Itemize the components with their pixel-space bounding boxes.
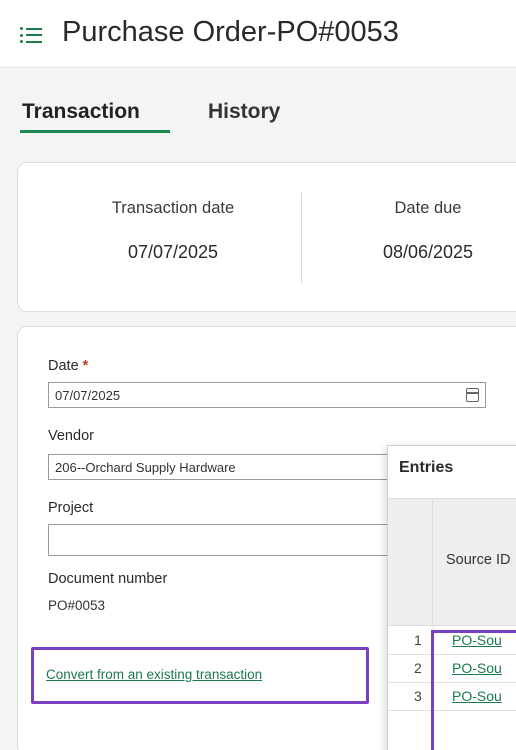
entries-table-header: Source ID <box>388 498 516 627</box>
project-field[interactable] <box>48 524 393 556</box>
date-due-label: Date due <box>394 199 462 217</box>
tab-bar: Transaction History <box>0 68 516 150</box>
page-header: Purchase Order-PO#0053 <box>0 0 516 68</box>
entries-title: Entries <box>399 459 454 476</box>
vendor-field[interactable]: 206--Orchard Supply Hardware <box>48 454 393 480</box>
project-label: Project <box>48 500 94 516</box>
date-field-value: 07/07/2025 <box>55 388 121 403</box>
date-field[interactable]: 07/07/2025 <box>48 382 486 408</box>
row-number: 2 <box>414 660 422 676</box>
active-tab-indicator <box>20 130 170 133</box>
date-label: Date * <box>48 358 88 374</box>
summary-card: Transaction date 07/07/2025 Date due 08/… <box>17 162 516 312</box>
transaction-date-value: 07/07/2025 <box>127 242 219 262</box>
date-label-text: Date <box>48 358 79 374</box>
tab-transaction[interactable]: Transaction <box>22 100 140 124</box>
summary-divider <box>301 193 302 283</box>
date-due-summary: Date due 08/06/2025 <box>338 199 516 263</box>
required-marker: * <box>82 358 89 374</box>
date-due-value: 08/06/2025 <box>382 242 474 262</box>
document-number-value: PO#0053 <box>48 598 106 613</box>
row-number: 3 <box>414 688 422 704</box>
vendor-field-value: 206--Orchard Supply Hardware <box>55 460 236 475</box>
row-number-header <box>388 499 433 627</box>
tab-history[interactable]: History <box>208 100 280 124</box>
transaction-date-summary: Transaction date 07/07/2025 <box>78 199 268 263</box>
transaction-date-label: Transaction date <box>111 199 235 217</box>
vendor-label: Vendor <box>48 428 94 444</box>
convert-from-existing-link[interactable]: Convert from an existing transaction <box>46 667 262 682</box>
page-title: Purchase Order-PO#0053 <box>62 16 399 48</box>
row-number: 1 <box>414 632 422 648</box>
source-id-header[interactable]: Source ID <box>446 546 510 574</box>
calendar-icon[interactable] <box>466 388 479 402</box>
menu-icon[interactable] <box>20 27 42 43</box>
document-number-label: Document number <box>48 571 168 587</box>
entries-highlight-box <box>431 630 516 750</box>
